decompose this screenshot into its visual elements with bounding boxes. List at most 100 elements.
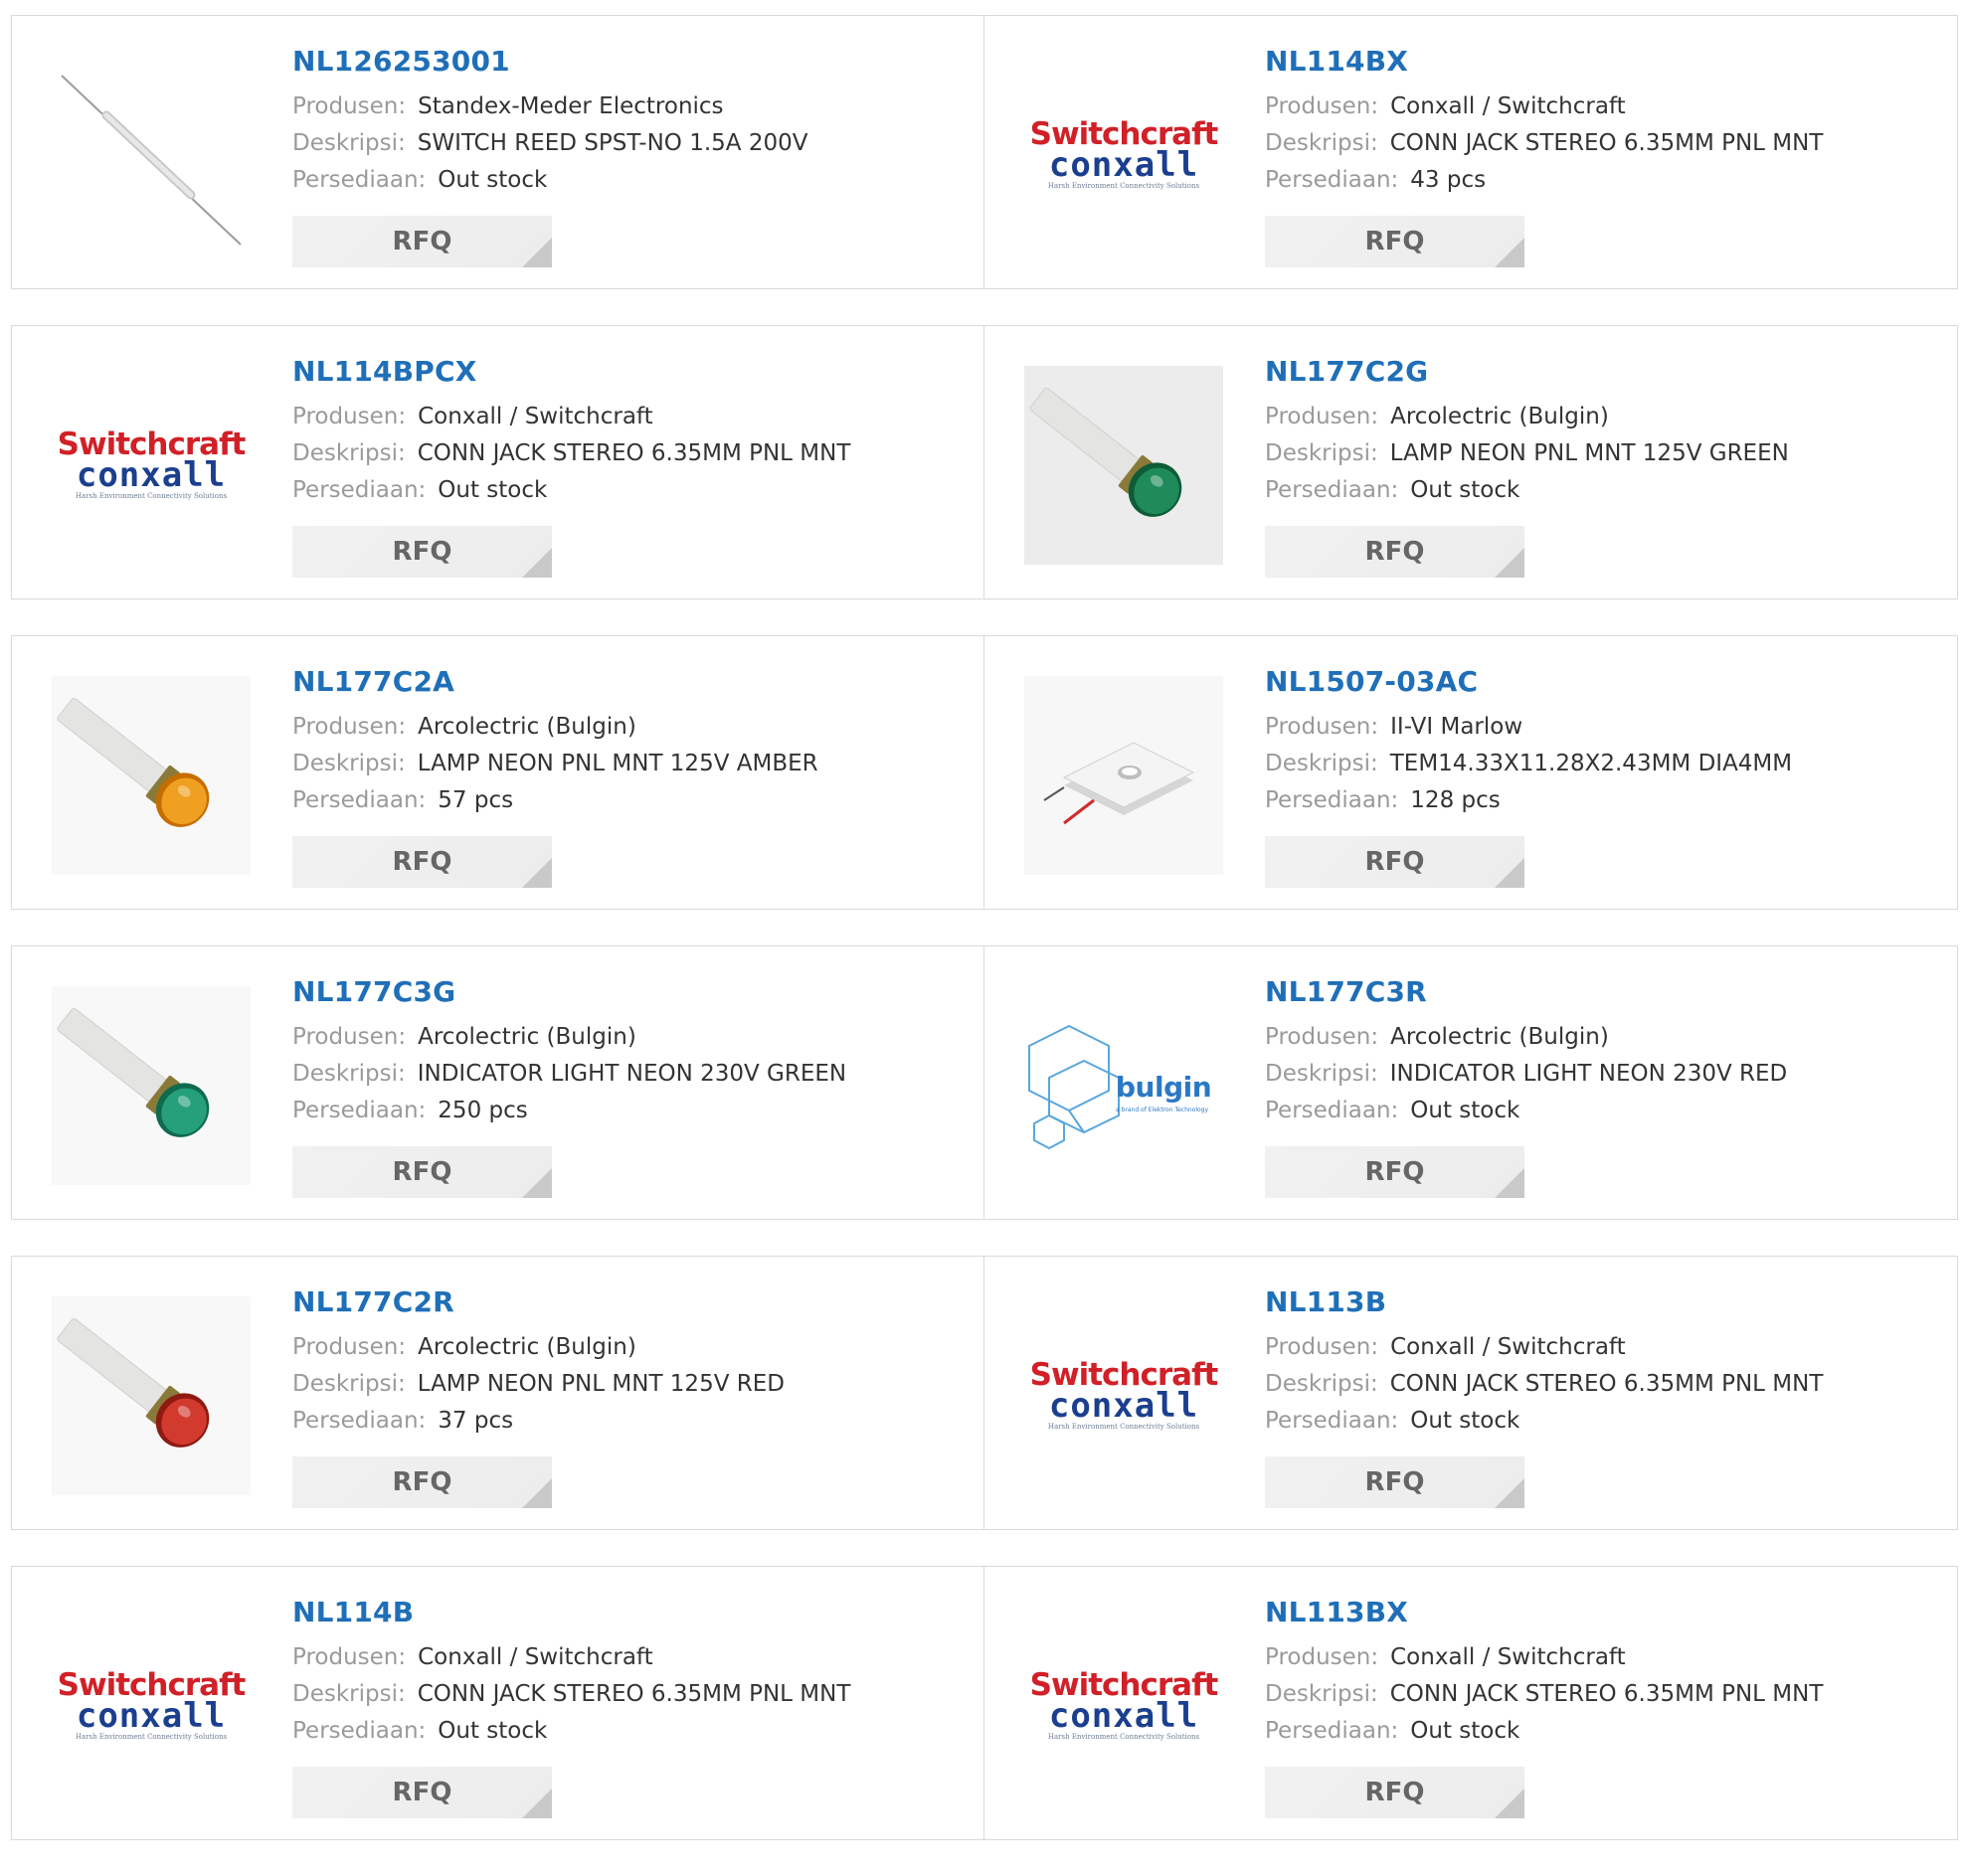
product-card: Switchcraft conxall Harsh Environment Conn…: [11, 1566, 984, 1840]
rfq-button[interactable]: RFQ: [292, 1767, 552, 1818]
manufacturer-label: Produsen:: [1265, 404, 1379, 429]
rfq-corner-decoration: [522, 238, 552, 267]
stock-label: Persediaan:: [292, 167, 427, 193]
product-card: NL177C2A Produsen: Arcolectric (Bulgin) D…: [11, 635, 984, 910]
rfq-button[interactable]: RFQ: [1265, 836, 1524, 888]
product-card: NL1507-03AC Produsen: II-VI Marlow Deskri…: [984, 635, 1958, 910]
stock-value: 250 pcs: [438, 1098, 528, 1123]
rfq-button[interactable]: RFQ: [1265, 216, 1524, 267]
product-thumbnail[interactable]: [1024, 366, 1223, 565]
product-thumbnail[interactable]: Switchcraft conxall Harsh Environment Conn…: [52, 366, 251, 565]
part-number-link[interactable]: NL177C2G: [1265, 356, 1428, 388]
product-row: NL177C2R Produsen: Arcolectric (Bulgin) D…: [11, 1256, 1958, 1530]
description-value: CONN JACK STEREO 6.35MM PNL MNT: [417, 440, 851, 466]
product-thumbnail[interactable]: Switchcraft conxall Harsh Environment Conn…: [1024, 1296, 1223, 1495]
description-row: Deskripsi: LAMP NEON PNL MNT 125V AMBER: [292, 746, 964, 782]
part-number-link[interactable]: NL113B: [1265, 1286, 1386, 1318]
product-thumbnail[interactable]: Switchcraft conxall Harsh Environment Conn…: [1024, 56, 1223, 255]
part-number-link[interactable]: NL1507-03AC: [1265, 666, 1478, 698]
rfq-button[interactable]: RFQ: [1265, 1146, 1524, 1198]
rfq-button[interactable]: RFQ: [1265, 1456, 1524, 1508]
logo-tagline: Harsh Environment Connectivity Solutions: [1047, 1423, 1200, 1431]
rfq-button[interactable]: RFQ: [292, 1456, 552, 1508]
rfq-button[interactable]: RFQ: [1265, 526, 1524, 578]
description-row: Deskripsi: CONN JACK STEREO 6.35MM PNL MN…: [292, 1676, 964, 1713]
part-number-link[interactable]: NL177C3G: [292, 976, 455, 1008]
manufacturer-value: Arcolectric (Bulgin): [418, 1024, 636, 1050]
product-info: NL114BX Produsen: Conxall / Switchcraft D…: [1265, 46, 1937, 199]
rfq-button-label: RFQ: [1364, 847, 1425, 877]
manufacturer-value: Conxall / Switchcraft: [418, 1644, 653, 1670]
stock-value: 43 pcs: [1410, 167, 1487, 193]
product-info: NL114B Produsen: Conxall / Switchcraft De…: [292, 1597, 964, 1750]
description-value: TEM14.33X11.28X2.43MM DIA4MM: [1389, 751, 1793, 776]
rfq-button[interactable]: RFQ: [292, 526, 552, 578]
product-card: NL126253001 Produsen: Standex-Meder Elect…: [11, 15, 984, 289]
product-thumbnail[interactable]: Switchcraft conxall Harsh Environment Conn…: [52, 1607, 251, 1805]
description-value: CONN JACK STEREO 6.35MM PNL MNT: [417, 1681, 851, 1707]
description-value: INDICATOR LIGHT NEON 230V RED: [1389, 1061, 1788, 1087]
product-info: NL177C2G Produsen: Arcolectric (Bulgin) D…: [1265, 356, 1937, 509]
part-number-link[interactable]: NL113BX: [1265, 1597, 1408, 1628]
product-card: Switchcraft conxall Harsh Environment Conn…: [11, 325, 984, 599]
manufacturer-row: Produsen: Conxall / Switchcraft: [1265, 88, 1937, 125]
bulgin-tagline: a brand of Elektron Technology: [1116, 1107, 1209, 1113]
stock-value: Out stock: [1410, 1408, 1520, 1434]
description-value: LAMP NEON PNL MNT 125V RED: [417, 1371, 785, 1397]
bulgin-wordmark: bulgin: [1116, 1071, 1212, 1104]
rfq-button-label: RFQ: [1364, 1467, 1425, 1497]
product-row: Switchcraft conxall Harsh Environment Conn…: [11, 325, 1958, 599]
stock-row: Persediaan: 128 pcs: [1265, 782, 1937, 819]
bulgin-logo: bulgin a brand of Elektron Technology: [1024, 1021, 1223, 1150]
description-value: CONN JACK STEREO 6.35MM PNL MNT: [1389, 1371, 1824, 1397]
part-number-link[interactable]: NL177C3R: [1265, 976, 1427, 1008]
stock-value: Out stock: [438, 1718, 548, 1744]
neon-lamp-image: [52, 986, 251, 1185]
rfq-button[interactable]: RFQ: [292, 216, 552, 267]
neon-lamp-image: [52, 676, 251, 875]
description-label: Deskripsi:: [1265, 1061, 1378, 1087]
rfq-corner-decoration: [1495, 1168, 1524, 1198]
rfq-button[interactable]: RFQ: [292, 1146, 552, 1198]
description-row: Deskripsi: SWITCH REED SPST-NO 1.5A 200V: [292, 125, 964, 162]
part-number-link[interactable]: NL114BPCX: [292, 356, 477, 388]
part-number-link[interactable]: NL114B: [292, 1597, 414, 1628]
stock-label: Persediaan:: [292, 787, 427, 813]
stock-row: Persediaan: Out stock: [1265, 1093, 1937, 1129]
rfq-corner-decoration: [1495, 858, 1524, 888]
manufacturer-row: Produsen: II-VI Marlow: [1265, 709, 1937, 746]
part-number-link[interactable]: NL177C2A: [292, 666, 454, 698]
description-label: Deskripsi:: [292, 1681, 406, 1707]
manufacturer-label: Produsen:: [292, 714, 407, 740]
rfq-button[interactable]: RFQ: [292, 836, 552, 888]
product-row: NL177C2A Produsen: Arcolectric (Bulgin) D…: [11, 635, 1958, 910]
description-row: Deskripsi: TEM14.33X11.28X2.43MM DIA4MM: [1265, 746, 1937, 782]
rfq-corner-decoration: [1495, 1478, 1524, 1508]
product-thumbnail[interactable]: [52, 676, 251, 875]
manufacturer-row: Produsen: Arcolectric (Bulgin): [1265, 399, 1937, 435]
manufacturer-row: Produsen: Conxall / Switchcraft: [1265, 1639, 1937, 1676]
product-thumbnail[interactable]: [52, 56, 251, 255]
product-thumbnail[interactable]: [52, 1296, 251, 1495]
part-number-link[interactable]: NL114BX: [1265, 46, 1408, 78]
logo-text-mid: conxall: [1048, 145, 1199, 185]
product-thumbnail[interactable]: [1024, 676, 1223, 875]
description-label: Deskripsi:: [1265, 440, 1378, 466]
part-number-link[interactable]: NL126253001: [292, 46, 510, 78]
stock-value: 37 pcs: [438, 1408, 514, 1434]
manufacturer-row: Produsen: Arcolectric (Bulgin): [1265, 1019, 1937, 1056]
product-thumbnail[interactable]: [52, 986, 251, 1185]
description-row: Deskripsi: CONN JACK STEREO 6.35MM PNL MN…: [292, 435, 964, 472]
product-thumbnail[interactable]: bulgin a brand of Elektron Technology: [1024, 986, 1223, 1185]
product-info: NL177C2R Produsen: Arcolectric (Bulgin) D…: [292, 1286, 964, 1440]
part-number-link[interactable]: NL177C2R: [292, 1286, 454, 1318]
rfq-corner-decoration: [1495, 548, 1524, 578]
logo-text-mid: conxall: [76, 1696, 227, 1736]
product-thumbnail[interactable]: Switchcraft conxall Harsh Environment Conn…: [1024, 1607, 1223, 1805]
stock-value: Out stock: [438, 477, 548, 503]
stock-value: Out stock: [438, 167, 548, 193]
logo-text-mid: conxall: [76, 455, 227, 495]
stock-label: Persediaan:: [292, 1718, 427, 1744]
rfq-button[interactable]: RFQ: [1265, 1767, 1524, 1818]
switchcraft-conxall-logo: Switchcraft conxall Harsh Environment Conn…: [1024, 1670, 1223, 1742]
